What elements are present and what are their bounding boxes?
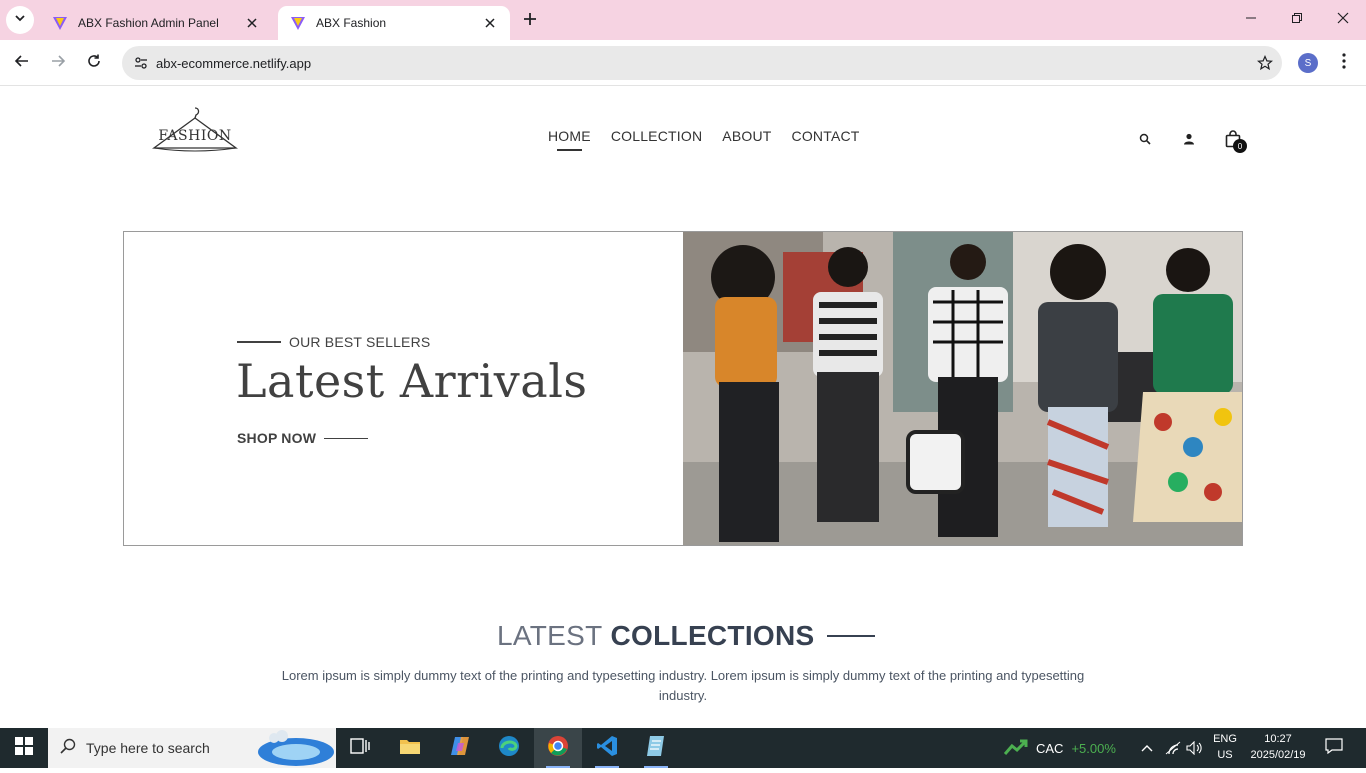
- hero-banner: OUR BEST SELLERS Latest Arrivals SHOP NO…: [123, 231, 1243, 546]
- task-view-button[interactable]: [336, 728, 384, 768]
- taskbar-notepad[interactable]: [632, 728, 680, 768]
- search-icon[interactable]: [1134, 128, 1156, 150]
- browser-tab-strip: ABX Fashion Admin Panel ABX Fashion: [0, 0, 1366, 40]
- nav-collection[interactable]: COLLECTION: [611, 128, 702, 152]
- close-icon: [1337, 11, 1349, 29]
- url-text[interactable]: abx-ecommerce.netlify.app: [156, 56, 1248, 71]
- minimize-button[interactable]: [1228, 6, 1274, 34]
- plus-icon: [523, 12, 537, 31]
- vite-favicon-icon: [290, 15, 306, 31]
- chrome-icon: [547, 735, 569, 762]
- site-logo[interactable]: FASHION: [150, 104, 240, 156]
- collections-description: Lorem ipsum is simply dummy text of the …: [281, 668, 1085, 703]
- tab-abx-fashion[interactable]: ABX Fashion: [278, 6, 510, 40]
- bookmark-star-icon[interactable]: [1248, 55, 1282, 71]
- chart-up-icon: [1003, 739, 1028, 758]
- address-bar[interactable]: abx-ecommerce.netlify.app: [122, 46, 1282, 80]
- volume-icon[interactable]: [1184, 728, 1206, 768]
- taskbar-copilot[interactable]: [436, 728, 484, 768]
- restore-icon: [1291, 11, 1303, 29]
- profile-avatar[interactable]: S: [1298, 53, 1318, 73]
- show-hidden-icons-button[interactable]: [1136, 728, 1158, 768]
- nav-contact[interactable]: CONTACT: [792, 128, 860, 152]
- collections-heading-light: LATEST: [497, 620, 603, 651]
- stock-name: CAC: [1036, 740, 1064, 756]
- divider: [826, 635, 875, 637]
- more-vertical-icon: [1342, 52, 1346, 74]
- reload-icon: [86, 53, 102, 74]
- shop-now-label: SHOP NOW: [237, 430, 317, 446]
- vite-favicon-icon: [52, 15, 68, 31]
- main-nav: HOME COLLECTION ABOUT CONTACT: [548, 128, 860, 152]
- folder-icon: [399, 737, 421, 760]
- taskbar-vscode[interactable]: [583, 728, 631, 768]
- site-info-icon[interactable]: [126, 55, 156, 71]
- collections-heading-bold: COLLECTIONS: [610, 620, 815, 651]
- clock-time: 10:27: [1264, 733, 1292, 745]
- nav-about[interactable]: ABOUT: [722, 128, 771, 152]
- divider: [237, 341, 281, 343]
- close-icon[interactable]: [244, 15, 260, 31]
- stock-widget[interactable]: CAC +5.00%: [1003, 728, 1116, 768]
- taskbar-clock[interactable]: 10:27 2025/02/19: [1246, 731, 1310, 763]
- arrow-left-icon: [14, 53, 30, 74]
- hero-eyebrow-text: OUR BEST SELLERS: [289, 334, 431, 350]
- user-icon[interactable]: [1178, 128, 1200, 150]
- arrow-right-icon: [50, 53, 66, 74]
- logo-text: FASHION: [158, 128, 232, 144]
- close-icon[interactable]: [482, 15, 498, 31]
- browser-toolbar: abx-ecommerce.netlify.app S: [0, 40, 1366, 86]
- collections-heading: LATEST COLLECTIONS: [497, 620, 875, 652]
- taskbar-file-explorer[interactable]: [386, 728, 434, 768]
- chevron-down-icon: [14, 11, 26, 29]
- search-highlight-icon: [256, 730, 336, 773]
- hero-image: [683, 232, 1242, 545]
- taskbar-search-placeholder: Type here to search: [86, 740, 210, 756]
- notification-icon: [1325, 737, 1343, 759]
- windows-taskbar: Type here to search CAC +5.00% ENG US 10…: [0, 728, 1366, 768]
- start-button[interactable]: [0, 728, 48, 768]
- notifications-button[interactable]: [1318, 728, 1350, 768]
- stock-change: +5.00%: [1071, 740, 1116, 756]
- notepad-icon: [646, 735, 666, 762]
- restore-button[interactable]: [1274, 6, 1320, 34]
- hero-text-panel: OUR BEST SELLERS Latest Arrivals SHOP NO…: [124, 232, 683, 545]
- network-icon[interactable]: [1162, 728, 1184, 768]
- cart-count-badge: 0: [1233, 139, 1247, 153]
- tab-title: ABX Fashion Admin Panel: [78, 16, 219, 30]
- tab-title: ABX Fashion: [316, 16, 387, 30]
- shop-now-link[interactable]: SHOP NOW: [237, 430, 369, 446]
- taskbar-chrome[interactable]: [534, 728, 582, 768]
- divider: [324, 437, 369, 439]
- windows-logo-icon: [15, 736, 33, 760]
- keyboard-layout: US: [1217, 749, 1233, 761]
- back-button[interactable]: [7, 48, 37, 78]
- hero-title: Latest Arrivals: [236, 354, 588, 408]
- copilot-icon: [449, 735, 471, 762]
- clock-date: 2025/02/19: [1250, 749, 1306, 761]
- chevron-up-icon: [1141, 739, 1153, 757]
- taskbar-search-box[interactable]: Type here to search: [48, 728, 336, 768]
- input-language[interactable]: ENG US: [1208, 731, 1242, 763]
- new-tab-button[interactable]: [518, 10, 542, 32]
- task-view-icon: [350, 737, 370, 759]
- minimize-icon: [1245, 11, 1257, 29]
- forward-button[interactable]: [43, 48, 73, 78]
- nav-home[interactable]: HOME: [548, 128, 591, 152]
- hero-eyebrow: OUR BEST SELLERS: [237, 334, 430, 350]
- vscode-icon: [596, 735, 618, 762]
- close-window-button[interactable]: [1320, 6, 1366, 34]
- tab-admin-panel[interactable]: ABX Fashion Admin Panel: [40, 6, 272, 40]
- browser-menu-button[interactable]: [1332, 50, 1356, 76]
- language-code: ENG: [1213, 733, 1237, 745]
- edge-icon: [498, 735, 520, 762]
- taskbar-edge[interactable]: [485, 728, 533, 768]
- reload-button[interactable]: [79, 48, 109, 78]
- tab-search-button[interactable]: [6, 6, 34, 34]
- search-icon: [60, 738, 76, 759]
